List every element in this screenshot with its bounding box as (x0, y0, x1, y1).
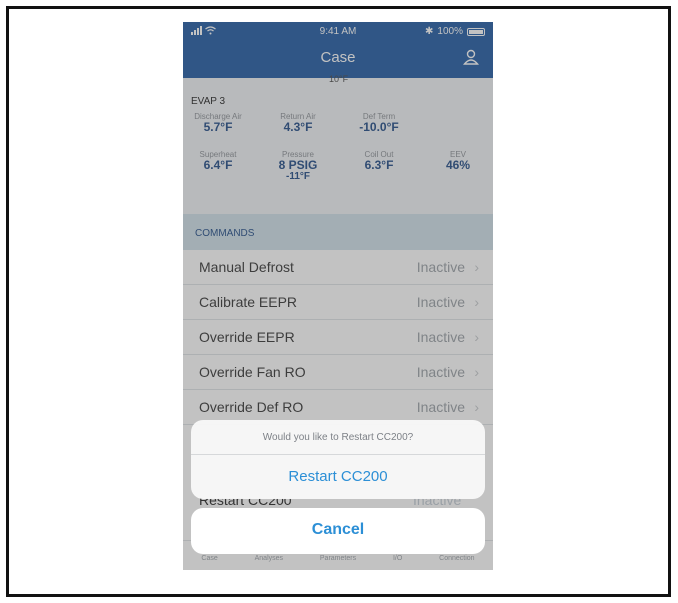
cancel-button[interactable]: Cancel (191, 508, 485, 554)
phone-screen: 9:41 AM ✱ 100% Case 10°F EVAP 3 Discharg… (183, 22, 493, 570)
command-state: Inactive (413, 498, 462, 508)
action-sheet-message: Would you like to Restart CC200? (191, 420, 485, 455)
command-name: Restart CC200 (199, 498, 292, 508)
restart-cc200-button[interactable]: Restart CC200 (191, 455, 485, 499)
action-sheet: Would you like to Restart CC200? Restart… (191, 420, 485, 499)
